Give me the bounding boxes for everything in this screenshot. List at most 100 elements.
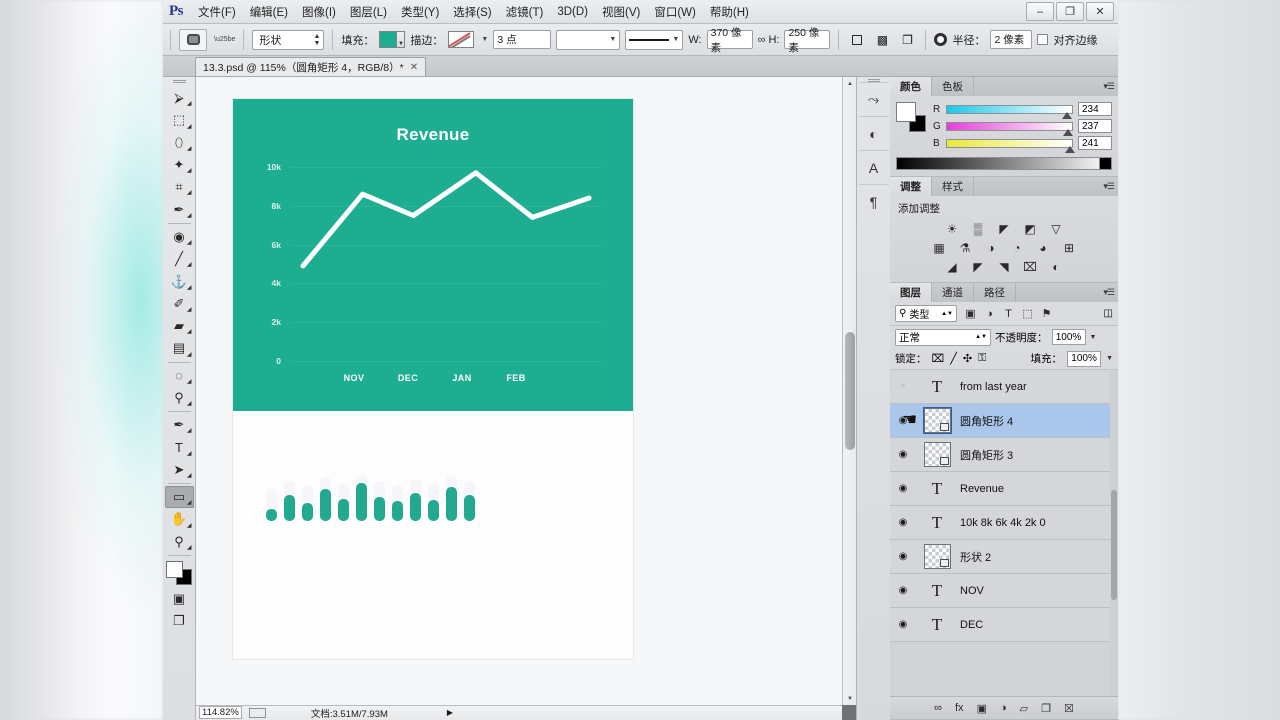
layer-filter-icon-2[interactable]: T (1000, 306, 1017, 322)
paragraph-icon[interactable]: ¶ (858, 184, 889, 218)
layer-row[interactable]: ▫ Tfrom last year (890, 370, 1118, 404)
layer-list[interactable]: ▫ Tfrom last year ◉ ☚ 圆角矩形 4 ◉ 圆角矩形 3 ◉ T Revenue… (890, 370, 1118, 696)
channel-value-G[interactable]: 237 (1078, 119, 1112, 133)
adjustment-icon-2-1[interactable]: ◤ (969, 259, 988, 274)
tool-preset-caret-icon[interactable]: \u25be (214, 36, 235, 43)
adjustment-icon-2-4[interactable]: ◐ (1047, 259, 1066, 274)
eye-icon[interactable]: ◉ (899, 483, 908, 494)
bar[interactable] (428, 500, 439, 521)
chain-link-icon[interactable]: ∞ (758, 34, 766, 46)
brush-tool[interactable]: ╱ ◢ (165, 248, 194, 270)
move-tool[interactable]: ⮚ ◢ (165, 87, 194, 109)
fill-color-swatch[interactable]: ▼ (379, 31, 406, 48)
stroke-style-select[interactable]: ▼ (625, 29, 684, 50)
new-layer-icon[interactable]: ❐ (1041, 702, 1051, 715)
shape-layer-thumbnail[interactable] (923, 408, 951, 433)
minimize-button[interactable]: – (1026, 2, 1054, 21)
slider-thumb[interactable] (1065, 145, 1076, 153)
layer-filter-icon-1[interactable]: ◑ (981, 306, 998, 322)
menu-item-7[interactable]: 3D(D) (550, 3, 595, 21)
shape-layer-thumbnail[interactable] (923, 544, 951, 569)
layer-filter-icon-0[interactable]: ▣ (962, 306, 979, 322)
adjustment-icon-2-0[interactable]: ◢ (943, 259, 962, 274)
lock-icon-2[interactable]: ✣ (963, 352, 972, 365)
black-chip[interactable] (1099, 158, 1111, 169)
toolbox-grip[interactable] (172, 80, 186, 83)
channel-value-R[interactable]: 234 (1078, 102, 1112, 116)
adjustment-icon-2-3[interactable]: ⌧ (1021, 259, 1040, 274)
color-swatch-icon[interactable]: ◐ (858, 116, 889, 150)
tab-图层[interactable]: 图层 (890, 283, 932, 302)
path-alignment-button[interactable]: ▩ (872, 30, 892, 50)
layer-row[interactable]: ◉ T Revenue (890, 472, 1118, 506)
layer-thumbnail[interactable] (916, 408, 958, 433)
color-spectrum-ramp[interactable] (896, 157, 1112, 170)
layer-row[interactable]: ◉ T DEC (890, 608, 1118, 642)
lock-icon-1[interactable]: ╱ (950, 352, 957, 365)
restore-button[interactable]: ❐ (1056, 2, 1084, 21)
layer-thumbnail[interactable] (916, 544, 958, 569)
document-tab[interactable]: 13.3.psd @ 115%（圆角矩形 4，RGB/8）* ✕ (195, 57, 427, 76)
adjustment-icon-2-2[interactable]: ◥ (995, 259, 1014, 274)
menu-item-4[interactable]: 类型(Y) (394, 1, 446, 23)
fill-value[interactable]: 100% (1067, 350, 1102, 367)
new-group-icon[interactable]: ▱ (1020, 702, 1028, 715)
tool-preset-picker[interactable] (179, 28, 207, 51)
clone-stamp-tool[interactable]: ⚓ ◢ (165, 270, 194, 292)
zoom-tool[interactable]: ⚲ ◢ (165, 531, 194, 553)
vertical-scroll-thumb[interactable] (845, 332, 855, 450)
adjustment-icon-0-1[interactable]: ▒ (969, 221, 988, 236)
adjustment-icon-0-2[interactable]: ◤ (995, 221, 1014, 236)
character-icon[interactable]: A (858, 150, 889, 184)
menu-item-2[interactable]: 图像(I) (295, 1, 343, 23)
menu-item-8[interactable]: 视图(V) (595, 1, 647, 23)
lasso-tool[interactable]: ⬯ ◢ (165, 132, 194, 154)
tab-色板[interactable]: 色板 (932, 77, 974, 96)
adjustment-icon-1-1[interactable]: ⚗ (956, 240, 975, 255)
close-button[interactable]: ✕ (1086, 2, 1114, 21)
layer-filter-type-select[interactable]: ⚲ 类型 ▲▼ (895, 305, 957, 322)
layer-row[interactable]: ◉ T NOV (890, 574, 1118, 608)
adjustment-icon-0-3[interactable]: ◩ (1021, 221, 1040, 236)
tab-颜色[interactable]: 颜色 (890, 77, 932, 96)
channel-value-B[interactable]: 241 (1078, 136, 1112, 150)
menu-item-1[interactable]: 编辑(E) (243, 1, 295, 23)
adjustment-layer-icon[interactable]: ◑ (1000, 702, 1007, 714)
layer-visibility-toggle[interactable]: ◉ (890, 551, 916, 562)
gear-icon[interactable] (934, 33, 948, 46)
layer-visibility-toggle[interactable]: ◉ (890, 449, 916, 460)
layer-row[interactable]: ◉ 圆角矩形 3 (890, 438, 1118, 472)
blur-tool[interactable]: ◌ ◢ (165, 365, 194, 387)
tab-通道[interactable]: 通道 (932, 283, 974, 302)
eye-icon[interactable]: ◉ (899, 619, 908, 630)
hand-tool[interactable]: ✋ ◢ (165, 508, 194, 530)
layer-visibility-toggle[interactable]: ▫ (890, 381, 916, 392)
lock-icon-3[interactable]: ⚿ (978, 352, 986, 365)
bar[interactable] (284, 495, 295, 521)
gradient-tool[interactable]: ▤ ◢ (165, 337, 194, 359)
adjustment-icon-1-2[interactable]: ◑ (982, 240, 1001, 255)
lock-icon-0[interactable]: ⌧ (932, 352, 945, 365)
adjustment-icon-0-4[interactable]: ▽ (1047, 221, 1066, 236)
menu-item-3[interactable]: 图层(L) (343, 1, 394, 23)
bar[interactable] (320, 489, 331, 521)
tab-调整[interactable]: 调整 (890, 177, 932, 196)
panel-menu-icon[interactable]: ▾☰ (1103, 81, 1115, 92)
blend-mode-select[interactable]: 正常 ▲▼ (895, 328, 991, 346)
stroke-width-dropdown[interactable]: ▼ (556, 29, 621, 50)
fill-dropdown-caret-icon[interactable]: ▼ (396, 32, 405, 47)
bar-chart[interactable] (266, 471, 486, 521)
tab-样式[interactable]: 样式 (932, 177, 974, 196)
adjustment-icon-1-0[interactable]: ▦ (930, 240, 949, 255)
menu-item-0[interactable]: 文件(F) (191, 1, 243, 23)
foreground-color-swatch[interactable] (896, 102, 916, 122)
layer-thumbnail[interactable] (916, 442, 958, 467)
panel-menu-icon[interactable]: ▾☰ (1103, 287, 1115, 298)
stroke-color-swatch[interactable] (448, 31, 475, 48)
stroke-caret-icon[interactable]: ▼ (481, 36, 488, 43)
layer-list-scrollbar[interactable] (1110, 370, 1118, 696)
canvas-vertical-scrollbar[interactable]: ▲ ▼ (842, 77, 856, 705)
layer-thumbnail[interactable]: T (916, 581, 958, 601)
panel-menu-icon[interactable]: ▾☰ (1103, 181, 1115, 192)
layer-scroll-thumb[interactable] (1111, 490, 1117, 600)
